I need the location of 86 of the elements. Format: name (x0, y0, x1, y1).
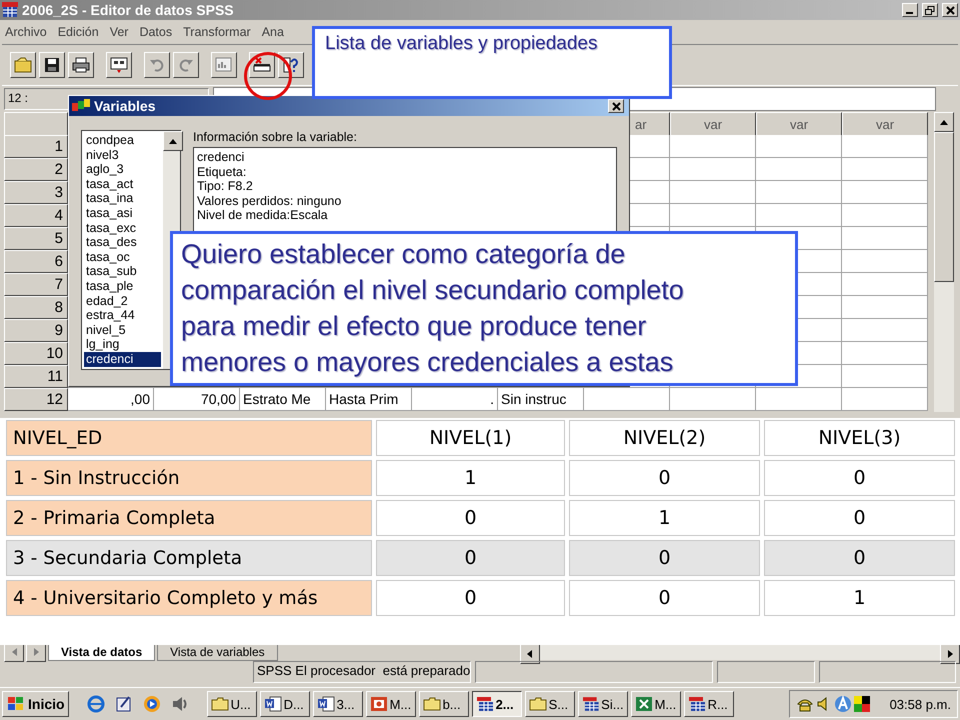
table-cell: 1 (569, 500, 760, 536)
variable-item[interactable]: tasa_oc (84, 250, 161, 264)
table-header: NIVEL_ED (6, 420, 372, 456)
taskbar-button[interactable]: Si... (578, 691, 628, 717)
info-line: Nivel de medida:Escala (197, 208, 329, 223)
table-cell: Hasta Prim (326, 388, 412, 411)
row-number[interactable]: 2 (4, 158, 68, 181)
taskbar-button[interactable]: M... (630, 691, 681, 717)
info-line: Tipo: F8.2 (197, 179, 254, 194)
table-cell: 0 (569, 540, 760, 576)
taskbar-button[interactable]: b... (418, 691, 469, 717)
row-number[interactable]: 5 (4, 227, 68, 250)
row-number[interactable]: 4 (4, 204, 68, 227)
window-title: 2006_2S - Editor de datos SPSS (22, 2, 235, 18)
variable-item[interactable]: tasa_des (84, 235, 161, 250)
row-number[interactable]: 7 (4, 273, 68, 296)
table-cell: 0 (376, 580, 565, 616)
row-number[interactable]: 9 (4, 319, 68, 342)
table-cell: 3 - Secundaria Completa (6, 540, 372, 576)
row-number[interactable]: 1 (4, 135, 68, 158)
clock: 03:58 p.m. (890, 696, 951, 712)
variable-item[interactable]: edad_2 (84, 294, 161, 308)
variable-item[interactable]: lg_ing (84, 337, 161, 352)
info-line: credenci (197, 150, 246, 165)
table-cell: 70,00 (154, 388, 240, 411)
table-header: NIVEL(2) (569, 420, 760, 456)
menu-item[interactable]: Ana (262, 25, 284, 39)
menu-item[interactable]: Edición (58, 25, 99, 39)
column-header[interactable]: var (670, 112, 756, 136)
table-cell: ,00 (68, 388, 154, 411)
table-cell: 0 (376, 500, 565, 536)
variable-item[interactable]: credenci (84, 352, 161, 366)
table-cell: 0 (376, 540, 565, 576)
row-number[interactable]: 8 (4, 296, 68, 319)
variable-item[interactable]: tasa_ple (84, 278, 161, 294)
table-cell: Estrato Me (240, 388, 326, 411)
table-cell: 0 (569, 580, 760, 616)
info-line: Etiqueta: (197, 164, 248, 180)
menu-item[interactable]: Datos (139, 25, 172, 39)
taskbar-button[interactable]: U... (206, 691, 257, 717)
variable-item[interactable]: nivel3 (84, 148, 161, 162)
callout-tooltip: Lista de variables y propiedades (312, 26, 672, 99)
taskbar-button[interactable]: 2... (472, 691, 522, 717)
table-cell: 0 (764, 460, 955, 496)
taskbar-button[interactable]: S... (524, 691, 575, 717)
menu-item[interactable]: Ver (110, 25, 128, 39)
row-number[interactable]: 11 (4, 365, 68, 388)
row-number[interactable]: 10 (4, 342, 68, 365)
row-number[interactable]: 12 (4, 388, 68, 411)
row-number[interactable]: 3 (4, 181, 68, 204)
variable-item[interactable]: tasa_exc (84, 220, 161, 236)
menu-item[interactable]: Transformar (183, 25, 251, 39)
table-cell: 1 (376, 460, 565, 496)
table-cell: 0 (764, 540, 955, 576)
table-cell: 0 (569, 460, 760, 496)
variable-list[interactable]: condpea nivel3 aglo_3 tasa_act tasa_ina tasa_asi tasa_exc tasa_des tasa_oc tasa_sub tasa_ple edad_2 estra_44 nivel_5 lg_ing credenci (81, 130, 181, 370)
table-cell: 1 - Sin Instrucción (6, 460, 372, 496)
info-label: Información sobre la variable: (193, 130, 358, 144)
table-cell: 0 (764, 500, 955, 536)
variable-item[interactable]: nivel_5 (84, 322, 161, 338)
variable-item[interactable]: tasa_sub (84, 264, 161, 279)
menu-item[interactable]: Archivo (5, 25, 47, 39)
row-number[interactable]: 6 (4, 250, 68, 273)
table-cell: 1 (764, 580, 955, 616)
taskbar-button[interactable]: M... (366, 691, 416, 717)
variable-item[interactable]: aglo_3 (84, 162, 161, 177)
callout-tooltip: Quiero establecer como categoría de comparación el nivel secundario completo para medir el efecto que produce tener menores o mayores credenciales a estas (170, 231, 798, 386)
variable-item[interactable]: condpea (84, 133, 161, 148)
status-text: SPSS El procesador está preparado (253, 661, 471, 683)
variable-item[interactable]: tasa_act (84, 176, 161, 192)
table-cell: 4 - Universitario Completo y más (6, 580, 372, 616)
start-button[interactable]: Inicio (2, 691, 69, 717)
table-cell: 2 - Primaria Completa (6, 500, 372, 536)
column-header[interactable]: var (756, 112, 842, 136)
info-line: Valores perdidos: ninguno (197, 194, 342, 208)
taskbar-button[interactable]: D... (260, 691, 310, 717)
table-cell: . (412, 388, 498, 411)
variable-item[interactable]: estra_44 (84, 308, 161, 323)
table-header: NIVEL(1) (376, 420, 565, 456)
variable-item[interactable]: tasa_ina (84, 191, 161, 206)
column-header[interactable]: var (842, 112, 928, 136)
table-cell: Sin instruc (498, 388, 584, 411)
table-header: NIVEL(3) (764, 420, 955, 456)
taskbar-button[interactable]: R... (684, 691, 734, 717)
taskbar-button[interactable]: 3... (312, 691, 363, 717)
variable-item[interactable]: tasa_asi (84, 206, 161, 221)
